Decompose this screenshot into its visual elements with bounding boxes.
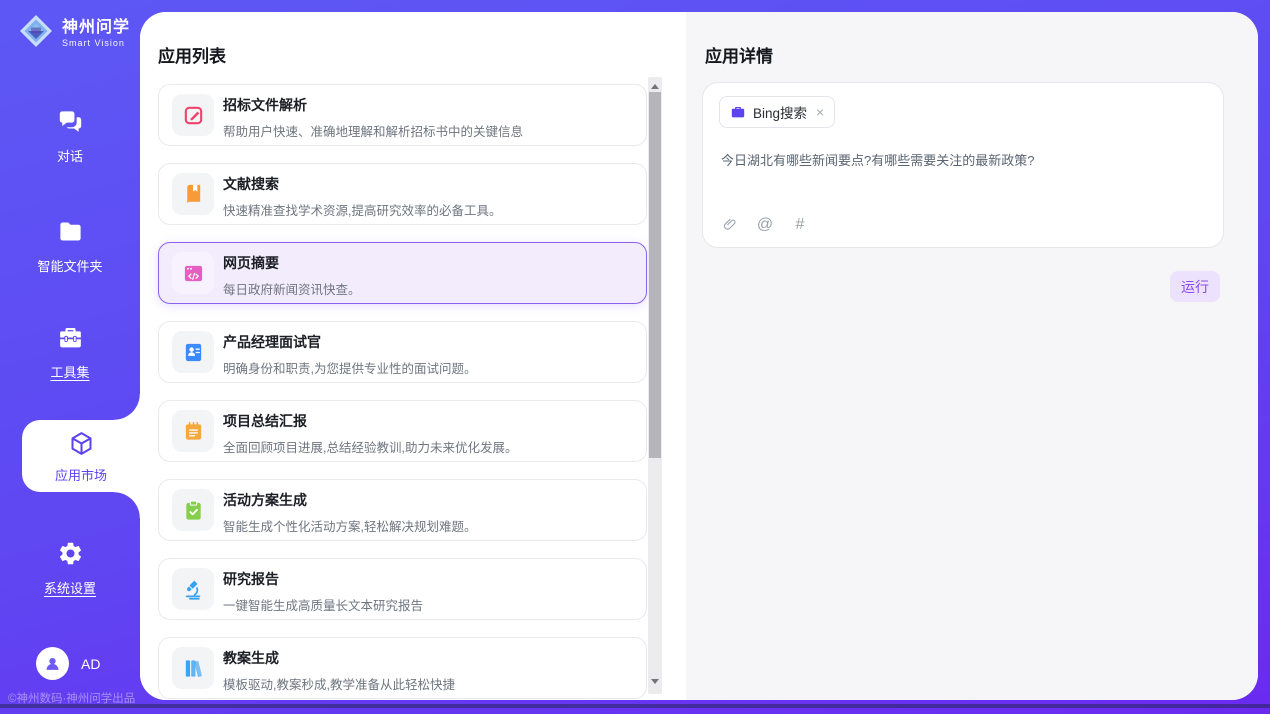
app-list-item[interactable]: 项目总结汇报 全面回顾项目进展,总结经验教训,助力未来优化发展。 [158, 400, 647, 462]
app-title: 招标文件解析 [223, 95, 636, 115]
app-desc: 帮助用户快速、准确地理解和解析招标书中的关键信息 [223, 121, 636, 140]
frame-bottom-divider [0, 704, 1270, 708]
toolbox-icon [57, 324, 84, 351]
user-account[interactable]: AD [36, 647, 100, 680]
app-list-item[interactable]: 网页摘要 每日政府新闻资讯快查。 [158, 242, 647, 304]
remove-tag-icon[interactable]: × [816, 104, 824, 120]
app-desc: 快速精准查找学术资源,提高研究效率的必备工具。 [223, 200, 636, 219]
interview-icon [182, 341, 205, 364]
brand-tagline: Smart Vision [62, 39, 130, 48]
app-desc: 全面回顾项目进展,总结经验教训,助力未来优化发展。 [223, 437, 636, 456]
app-texts: 活动方案生成 智能生成个性化活动方案,轻松解决规划难题。 [223, 490, 636, 535]
sidebar-item-smart-folders[interactable]: 智能文件夹 [0, 218, 140, 275]
app-texts: 招标文件解析 帮助用户快速、准确地理解和解析招标书中的关键信息 [223, 95, 636, 140]
main-content: 应用列表 招标文件解析 帮助用户快速、准确地理解和解析招标书中的关键信息 文献搜… [140, 12, 1258, 700]
app-texts: 教案生成 模板驱动,教案秒成,教学准备从此轻松快捷 [223, 648, 636, 693]
app-title: 文献搜索 [223, 174, 636, 194]
app-icon-tile [172, 568, 214, 610]
run-button[interactable]: 运行 [1170, 271, 1220, 302]
app-desc: 一键智能生成高质量长文本研究报告 [223, 595, 636, 614]
app-icon-tile [172, 410, 214, 452]
app-title: 活动方案生成 [223, 490, 636, 510]
app-texts: 项目总结汇报 全面回顾项目进展,总结经验教训,助力未来优化发展。 [223, 411, 636, 456]
app-list-item[interactable]: 招标文件解析 帮助用户快速、准确地理解和解析招标书中的关键信息 [158, 84, 647, 146]
app-title: 网页摘要 [223, 253, 636, 273]
tool-tag-bing-search[interactable]: Bing搜索 × [719, 96, 835, 128]
sidebar: 神州问学 Smart Vision 对话 智能文件夹 工具集 应用市场 系统设置 [0, 0, 140, 714]
avatar [36, 647, 69, 680]
app-texts: 文献搜索 快速精准查找学术资源,提高研究效率的必备工具。 [223, 174, 636, 219]
hash-icon[interactable]: # [791, 216, 809, 234]
app-icon-tile [172, 489, 214, 531]
briefcase-icon [730, 104, 746, 120]
app-title: 项目总结汇报 [223, 411, 636, 431]
copyright-text: ©神州数码·神州问学出品 [8, 690, 135, 706]
app-title: 教案生成 [223, 648, 636, 668]
app-list-item[interactable]: 教案生成 模板驱动,教案秒成,教学准备从此轻松快捷 [158, 637, 647, 699]
app-list-panel: 应用列表 招标文件解析 帮助用户快速、准确地理解和解析招标书中的关键信息 文献搜… [140, 12, 686, 700]
gear-icon [57, 540, 84, 567]
app-icon-tile [172, 331, 214, 373]
notepad-icon [182, 420, 205, 443]
books-icon [182, 657, 205, 680]
app-desc: 明确身份和职责,为您提供专业性的面试问题。 [223, 358, 636, 377]
chat-icon [57, 108, 84, 135]
app-list: 招标文件解析 帮助用户快速、准确地理解和解析招标书中的关键信息 文献搜索 快速精… [158, 84, 647, 700]
app-list-item[interactable]: 产品经理面试官 明确身份和职责,为您提供专业性的面试问题。 [158, 321, 647, 383]
brand-name: 神州问学 [62, 20, 130, 36]
app-desc: 每日政府新闻资讯快查。 [223, 279, 636, 298]
scrollbar-thumb[interactable] [649, 92, 661, 458]
prompt-toolbar: @ # [721, 216, 809, 234]
paperclip-icon[interactable] [721, 216, 739, 234]
sidebar-item-chat[interactable]: 对话 [0, 108, 140, 165]
cube-icon [68, 430, 95, 457]
sidebar-item-toolset[interactable]: 工具集 [0, 324, 140, 381]
mention-icon[interactable]: @ [756, 216, 774, 234]
sidebar-item-label: 对话 [0, 146, 140, 165]
sidebar-item-app-market[interactable]: 应用市场 [22, 420, 140, 492]
app-detail-panel: 应用详情 Bing搜索 × 今日湖北有哪些新闻要点?有哪些需要关注的最新政策? … [686, 12, 1258, 700]
sidebar-item-label: 系统设置 [0, 578, 140, 597]
query-input[interactable]: 今日湖北有哪些新闻要点?有哪些需要关注的最新政策? [721, 151, 1207, 171]
scrollbar-down-icon[interactable] [649, 676, 661, 686]
user-initials: AD [81, 656, 100, 672]
app-list-item[interactable]: 研究报告 一键智能生成高质量长文本研究报告 [158, 558, 647, 620]
browser-icon [182, 262, 205, 285]
sidebar-item-label: 应用市场 [22, 465, 140, 484]
app-title: 研究报告 [223, 569, 636, 589]
app-list-title: 应用列表 [158, 42, 226, 67]
book-icon [182, 183, 205, 206]
clipboard-icon [182, 499, 205, 522]
app-icon-tile [172, 647, 214, 689]
folder-icon [57, 218, 84, 245]
tool-tag-label: Bing搜索 [753, 102, 807, 122]
app-icon-tile [172, 94, 214, 136]
app-list-item[interactable]: 文献搜索 快速精准查找学术资源,提高研究效率的必备工具。 [158, 163, 647, 225]
sidebar-item-label: 工具集 [0, 362, 140, 381]
app-detail-title: 应用详情 [705, 42, 773, 67]
app-icon-tile [172, 252, 214, 294]
sidebar-item-settings[interactable]: 系统设置 [0, 540, 140, 597]
pen-icon [182, 104, 205, 127]
app-texts: 产品经理面试官 明确身份和职责,为您提供专业性的面试问题。 [223, 332, 636, 377]
app-list-item[interactable]: 活动方案生成 智能生成个性化活动方案,轻松解决规划难题。 [158, 479, 647, 541]
app-texts: 网页摘要 每日政府新闻资讯快查。 [223, 253, 636, 298]
app-desc: 模板驱动,教案秒成,教学准备从此轻松快捷 [223, 674, 636, 693]
brand: 神州问学 Smart Vision [18, 13, 130, 54]
app-texts: 研究报告 一键智能生成高质量长文本研究报告 [223, 569, 636, 614]
app-icon-tile [172, 173, 214, 215]
scrollbar-up-icon[interactable] [649, 81, 661, 91]
prompt-card: Bing搜索 × 今日湖北有哪些新闻要点?有哪些需要关注的最新政策? @ # [702, 82, 1224, 248]
app-title: 产品经理面试官 [223, 332, 636, 352]
app-desc: 智能生成个性化活动方案,轻松解决规划难题。 [223, 516, 636, 535]
brand-diamond-logo-icon [18, 13, 54, 54]
microscope-icon [182, 578, 205, 601]
sidebar-item-label: 智能文件夹 [0, 256, 140, 275]
